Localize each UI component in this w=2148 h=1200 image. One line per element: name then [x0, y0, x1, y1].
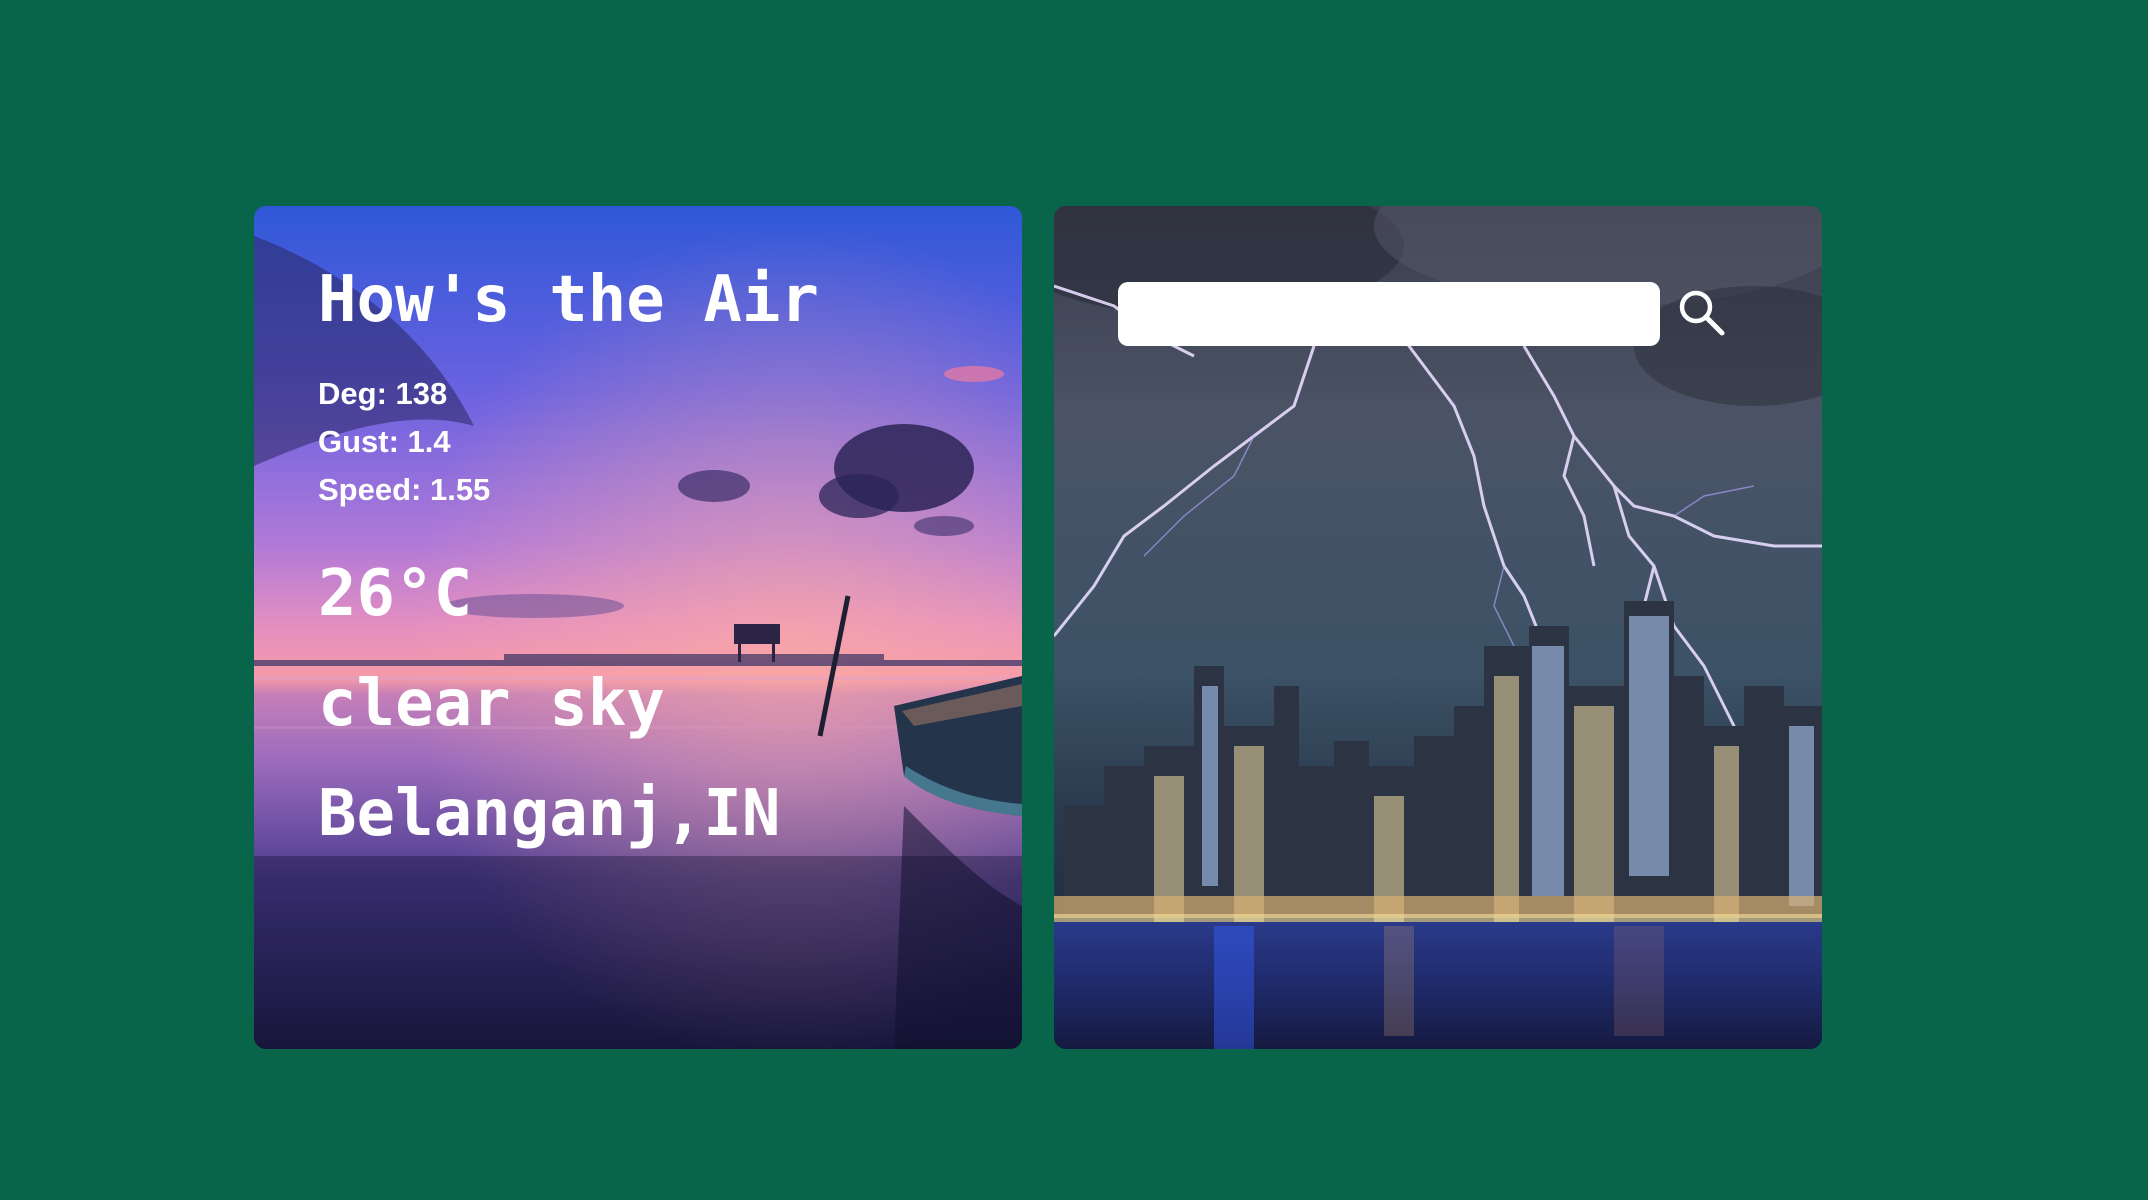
- app-title: How's the Air: [318, 263, 819, 337]
- wind-details: Deg: 138 Gust: 1.4 Speed: 1.55: [318, 370, 819, 514]
- temperature: 26°C: [318, 557, 473, 631]
- wind-speed: Speed: 1.55: [318, 472, 491, 507]
- weather-info: How's the Air Deg: 138 Gust: 1.4 Speed: …: [318, 268, 819, 846]
- search-button[interactable]: [1670, 282, 1734, 346]
- search-icon: [1679, 290, 1725, 335]
- weather-description: clear sky: [318, 667, 665, 741]
- wind-gust: Gust: 1.4: [318, 424, 451, 459]
- location-name: Belanganj,IN: [318, 777, 781, 851]
- search-card: [1054, 206, 1822, 1049]
- city-search-input[interactable]: [1118, 282, 1660, 346]
- wind-deg: Deg: 138: [318, 376, 448, 411]
- weather-card: How's the Air Deg: 138 Gust: 1.4 Speed: …: [254, 206, 1022, 1049]
